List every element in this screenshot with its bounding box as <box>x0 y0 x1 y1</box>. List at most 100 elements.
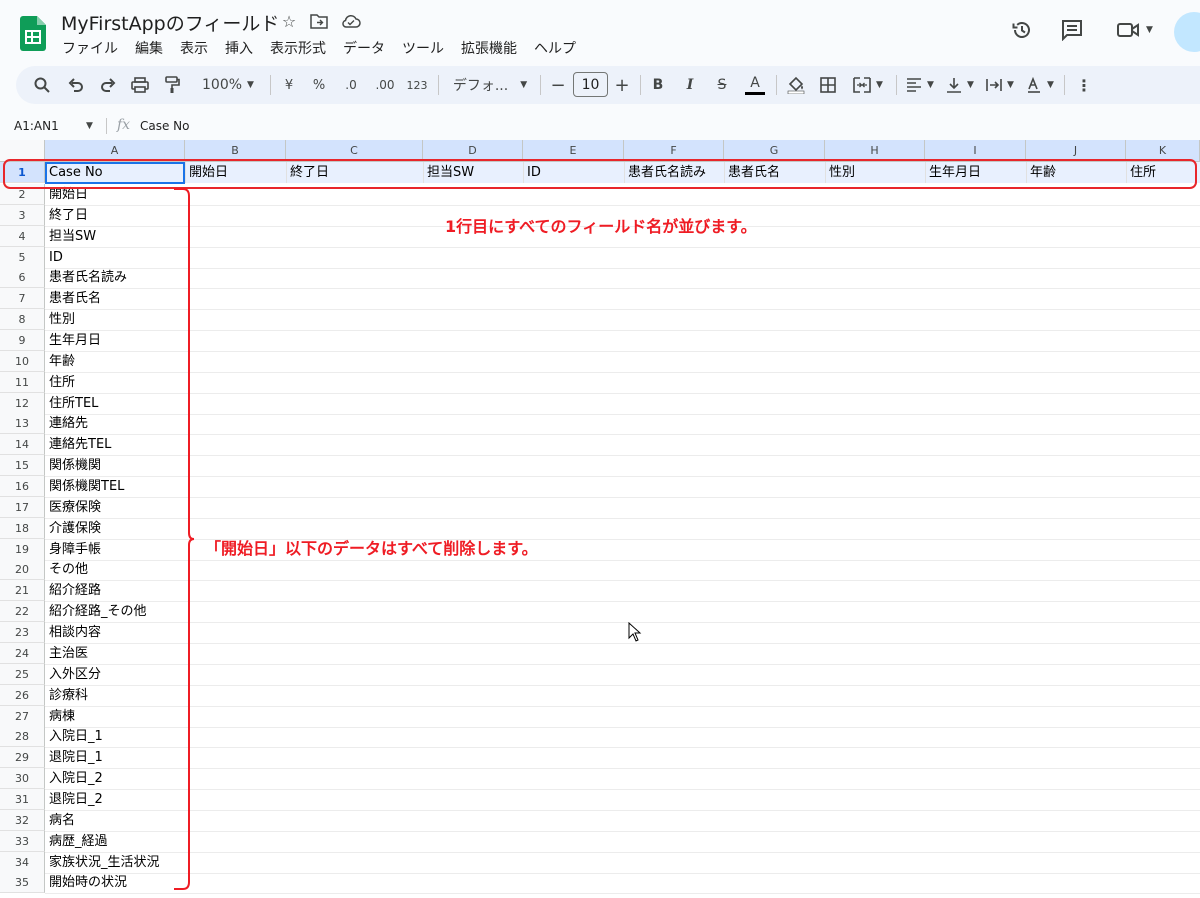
menu-help[interactable]: ヘルプ <box>534 38 576 57</box>
field-name-cell[interactable]: 病棟 <box>45 706 185 727</box>
bold-button[interactable]: B <box>648 66 668 104</box>
row-header[interactable]: 25 <box>0 664 45 685</box>
row-header[interactable]: 31 <box>0 789 45 810</box>
field-name-cell[interactable]: 関係機関 <box>45 455 185 476</box>
row-header[interactable]: 26 <box>0 685 45 706</box>
menu-tools[interactable]: ツール <box>402 38 444 57</box>
more-options-icon[interactable]: ⋮ <box>1074 66 1094 104</box>
horizontal-align-icon[interactable]: ▼ <box>902 66 938 104</box>
field-name-cell[interactable]: 主治医 <box>45 643 185 664</box>
field-name-cell[interactable]: 入院日_1 <box>45 726 185 747</box>
row-header[interactable]: 10 <box>0 351 45 372</box>
name-box[interactable]: A1:AN1 <box>14 119 59 133</box>
row-header[interactable]: 7 <box>0 288 45 309</box>
field-name-cell[interactable]: 関係機関TEL <box>45 476 185 497</box>
video-call-icon[interactable]: ▼ <box>1113 18 1157 42</box>
menu-data[interactable]: データ <box>343 38 385 57</box>
row-header[interactable]: 15 <box>0 455 45 476</box>
row-header[interactable]: 33 <box>0 831 45 852</box>
percent-format-button[interactable]: % <box>308 66 330 104</box>
field-name-cell[interactable]: その他 <box>45 559 185 580</box>
field-name-cell[interactable]: 介護保険 <box>45 518 185 539</box>
italic-button[interactable]: I <box>680 66 700 104</box>
row-header[interactable]: 24 <box>0 643 45 664</box>
field-name-cell[interactable]: 担当SW <box>45 226 185 247</box>
menu-format[interactable]: 表示形式 <box>270 38 326 57</box>
row-header[interactable]: 17 <box>0 497 45 518</box>
cloud-saved-icon[interactable] <box>341 11 361 31</box>
row-header[interactable]: 22 <box>0 601 45 622</box>
menu-view[interactable]: 表示 <box>180 38 208 57</box>
row-header[interactable]: 18 <box>0 518 45 539</box>
row-header[interactable]: 9 <box>0 330 45 351</box>
row-header[interactable]: 20 <box>0 559 45 580</box>
menu-extensions[interactable]: 拡張機能 <box>461 38 517 57</box>
fill-color-icon[interactable] <box>784 66 808 104</box>
menu-edit[interactable]: 編集 <box>135 38 163 57</box>
decrease-font-size-button[interactable]: − <box>548 66 568 104</box>
row-header[interactable]: 5 <box>0 247 45 268</box>
print-icon[interactable] <box>128 66 152 104</box>
text-wrapping-icon[interactable]: ▼ <box>982 66 1018 104</box>
field-name-cell[interactable]: 身障手帳 <box>45 539 185 560</box>
text-color-button[interactable]: A <box>742 66 768 104</box>
field-name-cell[interactable]: 生年月日 <box>45 330 185 351</box>
row-header[interactable]: 23 <box>0 622 45 643</box>
borders-icon[interactable] <box>816 66 840 104</box>
field-name-cell[interactable]: 性別 <box>45 309 185 330</box>
field-name-cell[interactable]: 入外区分 <box>45 664 185 685</box>
field-name-cell[interactable]: 年齢 <box>45 351 185 372</box>
row-header[interactable]: 8 <box>0 309 45 330</box>
field-name-cell[interactable]: 病歴_経過 <box>45 831 185 852</box>
sheets-logo-icon[interactable] <box>20 16 46 51</box>
field-name-cell[interactable]: 医療保険 <box>45 497 185 518</box>
row-header[interactable]: 16 <box>0 476 45 497</box>
row-header[interactable]: 32 <box>0 810 45 831</box>
field-name-cell[interactable]: 紹介経路_その他 <box>45 601 185 622</box>
row-header[interactable]: 6 <box>0 267 45 288</box>
field-name-cell[interactable]: 住所 <box>45 372 185 393</box>
field-name-cell[interactable]: 開始時の状況 <box>45 872 185 893</box>
row-header[interactable]: 11 <box>0 372 45 393</box>
field-name-cell[interactable]: 患者氏名 <box>45 288 185 309</box>
merge-cells-icon[interactable]: ▼ <box>848 66 888 104</box>
field-name-cell[interactable]: 住所TEL <box>45 393 185 414</box>
share-button[interactable] <box>1174 12 1200 52</box>
row-header[interactable]: 34 <box>0 852 45 873</box>
row-header[interactable]: 19 <box>0 539 45 560</box>
search-menus-icon[interactable] <box>30 66 54 104</box>
font-family-select[interactable]: デフォ... ▼ <box>448 66 532 104</box>
field-name-cell[interactable]: 入院日_2 <box>45 768 185 789</box>
undo-icon[interactable] <box>64 66 88 104</box>
field-name-cell[interactable]: 紹介経路 <box>45 580 185 601</box>
formula-input[interactable]: Case No <box>140 119 190 133</box>
row-header[interactable]: 30 <box>0 768 45 789</box>
vertical-align-icon[interactable]: ▼ <box>942 66 978 104</box>
row-header[interactable]: 28 <box>0 726 45 747</box>
field-name-cell[interactable]: 連絡先TEL <box>45 434 185 455</box>
field-name-cell[interactable]: 退院日_2 <box>45 789 185 810</box>
star-icon[interactable]: ☆ <box>279 11 299 31</box>
row-header[interactable]: 35 <box>0 872 45 893</box>
field-name-cell[interactable]: 家族状況_生活状況 <box>45 852 185 873</box>
row-header[interactable]: 29 <box>0 747 45 768</box>
row-header[interactable]: 27 <box>0 706 45 727</box>
row-header[interactable]: 4 <box>0 226 45 247</box>
zoom-select[interactable]: 100% ▼ <box>194 66 262 104</box>
row-header[interactable]: 3 <box>0 205 45 226</box>
row-header[interactable]: 14 <box>0 434 45 455</box>
more-formats-button[interactable]: 123 <box>404 66 430 104</box>
field-name-cell[interactable]: 診療科 <box>45 685 185 706</box>
name-box-caret-icon[interactable]: ▼ <box>86 121 93 131</box>
comments-icon[interactable] <box>1060 18 1084 42</box>
field-name-cell[interactable]: 患者氏名読み <box>45 267 185 288</box>
decrease-decimal-button[interactable]: .0 <box>338 66 364 104</box>
increase-decimal-button[interactable]: .00 <box>370 66 400 104</box>
video-call-caret-icon[interactable]: ▼ <box>1146 25 1153 35</box>
paint-format-icon[interactable] <box>160 66 184 104</box>
field-name-cell[interactable]: ID <box>45 247 185 268</box>
field-name-cell[interactable]: 退院日_1 <box>45 747 185 768</box>
document-title[interactable]: MyFirstAppのフィールド <box>61 9 279 36</box>
row-header[interactable]: 21 <box>0 580 45 601</box>
row-header[interactable]: 12 <box>0 393 45 414</box>
